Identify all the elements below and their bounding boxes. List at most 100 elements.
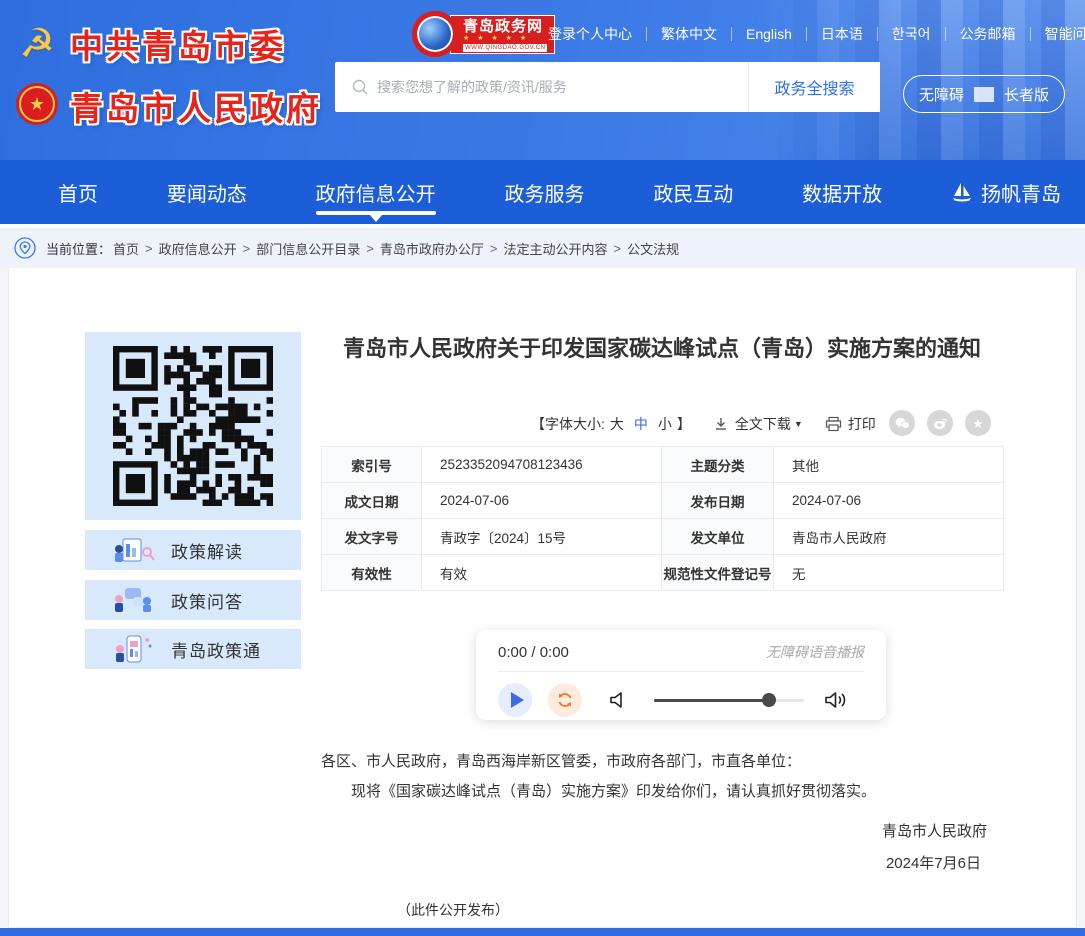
- meta-value: 有效: [422, 555, 662, 591]
- nav-item-news[interactable]: 要闻动态: [167, 160, 247, 224]
- link-official-mail[interactable]: 公务邮箱: [946, 24, 1030, 44]
- policy-app-illustration-icon: [111, 634, 155, 664]
- barrier-free-button[interactable]: 无障碍: [909, 84, 974, 105]
- crumb-dept-catalog[interactable]: 部门信息公开目录: [254, 239, 362, 258]
- site-header: ☭ 中共青岛市委 ★ 青岛市人民政府 青岛政务网 ★ ★ ★ ★ ★ WWW.Q…: [0, 0, 1085, 160]
- breadcrumb-separator: >: [362, 241, 378, 256]
- volume-icon[interactable]: [824, 690, 850, 710]
- table-row: 成文日期 2024-07-06 发布日期 2024-07-06: [322, 483, 1004, 519]
- link-smart-qa[interactable]: 智能问答: [1031, 24, 1085, 44]
- main-nav: 首页 要闻动态 政府信息公开 政务服务 政民互动 数据开放 扬帆青岛: [0, 160, 1085, 224]
- party-committee-name: 中共青岛市委: [70, 20, 286, 68]
- government-logo-row[interactable]: ★ 青岛市人民政府: [14, 80, 322, 132]
- search-button[interactable]: 政务全搜索: [748, 62, 880, 112]
- top-links: 登录个人中心 繁体中文 English 日本语 한국어 公务邮箱 智能问答: [534, 24, 1085, 44]
- qr-code: [113, 346, 273, 506]
- meta-value: 青岛市人民政府: [774, 519, 1004, 555]
- weibo-share-button[interactable]: [927, 410, 953, 436]
- mute-icon[interactable]: [608, 690, 630, 710]
- font-size-prefix: 【字体大小:: [531, 414, 605, 434]
- signature-date: 2024年7月6日: [886, 852, 981, 873]
- nav-item-home[interactable]: 首页: [58, 160, 98, 224]
- sidebar-item-qingdao-policy-app[interactable]: 青岛政策通: [85, 629, 301, 669]
- divider: [974, 87, 994, 102]
- wechat-share-button[interactable]: [889, 410, 915, 436]
- chevron-down-icon: ▼: [794, 419, 803, 429]
- nav-item-interaction[interactable]: 政民互动: [653, 160, 733, 224]
- signature-org: 青岛市人民政府: [882, 820, 987, 841]
- share-buttons: ★: [889, 410, 991, 436]
- crumb-gov-office[interactable]: 青岛市政府办公厅: [378, 239, 486, 258]
- link-english[interactable]: English: [732, 26, 806, 42]
- breadcrumb: 当前位置： 首页 > 政府信息公开 > 部门信息公开目录 > 青岛市政府办公厅 …: [0, 228, 1085, 268]
- svg-text:★: ★: [29, 94, 45, 114]
- meta-label: 发布日期: [662, 483, 774, 519]
- document-title: 青岛市人民政府关于印发国家碳达峰试点（青岛）实施方案的通知: [321, 332, 1003, 366]
- search-bar: 政务全搜索: [335, 62, 880, 112]
- crumb-gov-info[interactable]: 政府信息公开: [157, 239, 239, 258]
- location-pin-icon: [14, 237, 36, 259]
- audio-player: 0:00 / 0:00 无障碍语音播报: [476, 630, 886, 720]
- sidebar-item-label: 青岛政策通: [171, 637, 261, 662]
- link-login-center[interactable]: 登录个人中心: [534, 24, 646, 44]
- meta-label: 主题分类: [662, 447, 774, 483]
- nav-item-gov-info-disclosure[interactable]: 政府信息公开: [316, 160, 436, 224]
- weibo-icon: [933, 417, 948, 430]
- accessibility-pill: 无障碍 长者版: [903, 75, 1065, 113]
- site-logos: ☭ 中共青岛市委 ★ 青岛市人民政府: [14, 18, 322, 142]
- font-size-suffix: 】: [677, 414, 691, 434]
- crumb-home[interactable]: 首页: [111, 239, 141, 258]
- sidebar-item-policy-interpretation[interactable]: 政策解读: [85, 530, 301, 570]
- replay-button[interactable]: [548, 683, 582, 717]
- breadcrumb-separator: >: [486, 241, 502, 256]
- volume-slider[interactable]: [654, 693, 804, 707]
- table-row: 索引号 2523352094708123436 主题分类 其他: [322, 447, 1004, 483]
- government-name: 青岛市人民政府: [70, 82, 322, 130]
- qr-panel: [85, 332, 301, 520]
- nav-item-open-data[interactable]: 数据开放: [802, 160, 882, 224]
- link-korean[interactable]: 한국어: [878, 24, 945, 44]
- meta-label: 发文单位: [662, 519, 774, 555]
- meta-value: 2024-07-06: [774, 483, 1004, 519]
- party-logo-row[interactable]: ☭ 中共青岛市委: [14, 18, 322, 70]
- print-button[interactable]: 打印: [825, 414, 876, 434]
- breadcrumb-separator: >: [141, 241, 157, 256]
- sidebar-item-policy-qa[interactable]: 政策问答: [85, 580, 301, 620]
- print-label: 打印: [848, 414, 876, 434]
- download-icon: [713, 416, 729, 432]
- player-time: 0:00 / 0:00: [498, 644, 569, 661]
- divider: [498, 671, 864, 672]
- print-icon: [825, 416, 842, 432]
- document-meta-table: 索引号 2523352094708123436 主题分类 其他 成文日期 202…: [321, 446, 1004, 591]
- breadcrumb-prefix: 当前位置：: [46, 239, 111, 258]
- bottom-accent-bar: [0, 928, 1085, 936]
- meta-value: 无: [774, 555, 1004, 591]
- content-card: 政策解读 政策问答 青岛政策通 青岛市人民政府关于印发国家碳达峰试点（青岛）实施…: [8, 268, 1077, 928]
- meta-value: 其他: [774, 447, 1004, 483]
- search-input[interactable]: [377, 79, 748, 95]
- slider-knob[interactable]: [762, 693, 776, 707]
- crumb-official-documents[interactable]: 公文法规: [625, 239, 681, 258]
- table-row: 有效性 有效 规范性文件登记号 无: [322, 555, 1004, 591]
- sidebar-item-label: 政策解读: [171, 538, 243, 563]
- font-size-large-button[interactable]: 大: [605, 414, 629, 434]
- font-size-small-button[interactable]: 小: [653, 414, 677, 434]
- publish-note: （此件公开发布）: [397, 900, 509, 920]
- loop-icon: [556, 691, 574, 709]
- link-japanese[interactable]: 日本语: [807, 24, 877, 44]
- link-traditional-chinese[interactable]: 繁体中文: [647, 24, 731, 44]
- meta-label: 成文日期: [322, 483, 422, 519]
- star-icon: ★: [972, 417, 984, 430]
- font-size-medium-button[interactable]: 中: [629, 414, 653, 434]
- crumb-statutory-disclosure[interactable]: 法定主动公开内容: [501, 239, 609, 258]
- favorite-button[interactable]: ★: [965, 410, 991, 436]
- policy-interpretation-illustration-icon: [111, 535, 155, 565]
- download-button[interactable]: 全文下载 ▼: [713, 414, 803, 434]
- nav-item-sailing-qingdao[interactable]: 扬帆青岛: [951, 160, 1061, 224]
- elder-version-button[interactable]: 长者版: [994, 84, 1059, 105]
- nav-item-gov-services[interactable]: 政务服务: [504, 160, 584, 224]
- play-button[interactable]: [498, 683, 532, 717]
- meta-label: 发文字号: [322, 519, 422, 555]
- globe-icon: [412, 11, 458, 57]
- sidebar-item-label: 政策问答: [171, 588, 243, 613]
